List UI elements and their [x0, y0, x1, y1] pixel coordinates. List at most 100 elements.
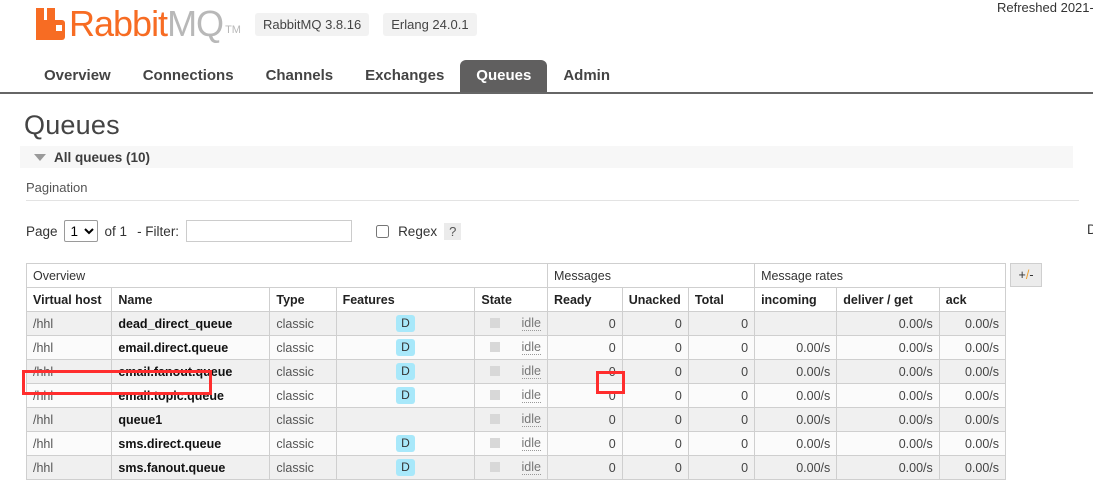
- cell-total: 0: [687, 311, 756, 336]
- group-header-overview: Overview: [26, 263, 548, 288]
- regex-checkbox[interactable]: [376, 224, 390, 238]
- cell-queue-name[interactable]: queue1: [111, 407, 271, 432]
- all-queues-label: All queues (10): [54, 149, 151, 165]
- cell-ack: 0.00/s: [938, 455, 1007, 480]
- durable-badge: D: [396, 459, 415, 476]
- cell-virtual-host: /hhl: [25, 383, 113, 408]
- tab-admin[interactable]: Admin: [547, 60, 626, 92]
- cell-type: classic: [269, 455, 337, 480]
- cell-unacked: 0: [621, 407, 689, 432]
- cell-unacked: 0: [621, 335, 689, 360]
- column-header-incoming[interactable]: incoming: [754, 287, 838, 312]
- table-row[interactable]: /hhl email.topic.queue classic Didle 0 0 0 0.00…: [25, 383, 1007, 408]
- cell-type: classic: [269, 383, 337, 408]
- state-indicator: idle: [489, 340, 541, 355]
- regex-label: Regex: [398, 223, 438, 239]
- cell-state: idle: [474, 311, 548, 336]
- cell-ready: 0: [546, 431, 623, 456]
- column-header-deliver-get[interactable]: deliver / get: [836, 287, 940, 312]
- cell-unacked: 0: [621, 359, 689, 384]
- cell-queue-name[interactable]: sms.fanout.queue: [111, 455, 271, 480]
- logo-text-mq: MQ: [167, 3, 224, 44]
- pagination-controls: Page 1 of 1 - Filter: Regex ? D: [26, 220, 1093, 242]
- cell-queue-name[interactable]: sms.direct.queue: [111, 431, 271, 456]
- durable-badge: D: [396, 387, 415, 404]
- state-indicator: idle: [489, 364, 541, 379]
- cell-virtual-host: /hhl: [25, 455, 113, 480]
- cell-deliver-get: 0.00/s: [836, 455, 940, 480]
- cell-ready: 0: [546, 335, 623, 360]
- table-group-header-row: Overview Messages Message rates: [26, 263, 1006, 288]
- state-label: idle: [521, 459, 541, 475]
- cell-type: classic: [269, 335, 337, 360]
- tab-channels[interactable]: Channels: [250, 60, 350, 92]
- table-row[interactable]: /hhl sms.fanout.queue classic Didle 0 0 0 0.00/…: [25, 455, 1007, 480]
- state-label: idle: [521, 315, 541, 331]
- table-row[interactable]: /hhl sms.direct.queue classic Didle 0 0 0 0.00/…: [25, 431, 1007, 456]
- column-header-ack[interactable]: ack: [938, 287, 1007, 312]
- tab-connections[interactable]: Connections: [127, 60, 250, 92]
- chevron-down-icon[interactable]: [34, 153, 46, 161]
- cell-total: 0: [687, 431, 756, 456]
- column-header-name[interactable]: Name: [111, 287, 271, 312]
- filter-label: - Filter:: [137, 223, 180, 239]
- column-header-total[interactable]: Total: [687, 287, 756, 312]
- cell-ack: 0.00/s: [938, 359, 1007, 384]
- column-header-virtual-host[interactable]: Virtual host: [25, 287, 113, 312]
- cell-queue-name[interactable]: email.topic.queue: [111, 383, 271, 408]
- column-header-ready[interactable]: Ready: [546, 287, 623, 312]
- logo-and-versions: Rabbit MQ TM RabbitMQ 3.8.16 Erlang 24.0.…: [36, 0, 1093, 42]
- table-row[interactable]: /hhl email.direct.queue classic Didle 0 0 0 0.0…: [25, 335, 1007, 360]
- cell-queue-name[interactable]: email.fanout.queue: [111, 359, 271, 384]
- page-select[interactable]: 1: [63, 220, 98, 242]
- cell-deliver-get: 0.00/s: [836, 407, 940, 432]
- cell-deliver-get: 0.00/s: [836, 431, 940, 456]
- regex-help-icon[interactable]: ?: [444, 222, 462, 240]
- refreshed-timestamp: Refreshed 2021-: [997, 0, 1093, 15]
- queues-table: Overview Messages Message rates Virtual …: [25, 263, 1007, 480]
- column-header-features[interactable]: Features: [335, 287, 476, 312]
- cell-incoming: 0.00/s: [754, 407, 838, 432]
- logo-text-rabbit: Rabbit: [69, 3, 168, 44]
- cell-features: D: [335, 359, 476, 384]
- table-column-header-row: Virtual host Name Type Features State Re…: [25, 287, 1007, 312]
- tab-queues[interactable]: Queues: [460, 60, 548, 92]
- column-header-unacked[interactable]: Unacked: [621, 287, 689, 312]
- cell-ready: 0: [546, 383, 623, 408]
- cell-features: D: [335, 311, 476, 336]
- cell-type: classic: [269, 359, 337, 384]
- cell-features: D: [335, 455, 476, 480]
- cell-ready: 0: [546, 311, 623, 336]
- all-queues-section-header[interactable]: All queues (10): [20, 146, 1073, 168]
- page-title: Queues: [24, 110, 120, 140]
- tab-exchanges[interactable]: Exchanges: [349, 60, 460, 92]
- cell-ack: 0.00/s: [938, 431, 1007, 456]
- state-indicator: idle: [489, 315, 541, 331]
- column-header-type[interactable]: Type: [269, 287, 337, 312]
- table-head: Overview Messages Message rates Virtual …: [25, 263, 1007, 312]
- table-row[interactable]: /hhl queue1 classic idle 0 0 0 0.00/s 0.00/s 0.00…: [25, 407, 1007, 432]
- cell-incoming: 0.00/s: [754, 335, 838, 360]
- queues-table-wrapper: Overview Messages Message rates Virtual …: [22, 263, 1073, 480]
- state-indicator: idle: [489, 459, 541, 475]
- table-row[interactable]: /hhl dead_direct_queue classic Didle 0 0 0 0.00…: [25, 311, 1007, 336]
- cell-queue-name[interactable]: email.direct.queue: [111, 335, 271, 360]
- column-header-state[interactable]: State: [474, 287, 548, 312]
- cell-state: idle: [474, 335, 548, 360]
- toggle-columns-button[interactable]: + / -: [1010, 263, 1042, 287]
- state-label: idle: [521, 411, 541, 427]
- cell-unacked: 0: [621, 431, 689, 456]
- cell-ready: 0: [546, 455, 623, 480]
- filter-input[interactable]: [186, 220, 353, 242]
- cell-total: 0: [687, 335, 756, 360]
- cell-queue-name[interactable]: dead_direct_queue: [111, 311, 271, 336]
- tab-overview[interactable]: Overview: [28, 60, 127, 92]
- cell-virtual-host: /hhl: [25, 431, 113, 456]
- group-header-messages: Messages: [546, 263, 756, 288]
- group-header-message-rates: Message rates: [754, 263, 1006, 288]
- table-row[interactable]: /hhl email.fanout.queue classic Didle 0 0 0 0.0…: [25, 359, 1007, 384]
- page-label: Page: [26, 223, 58, 239]
- cell-state: idle: [474, 407, 548, 432]
- pagination-section: Pagination Page 1 of 1 - Filter: Regex ?…: [26, 180, 1093, 242]
- table-body: /hhl dead_direct_queue classic Didle 0 0 0 0.00…: [25, 311, 1007, 480]
